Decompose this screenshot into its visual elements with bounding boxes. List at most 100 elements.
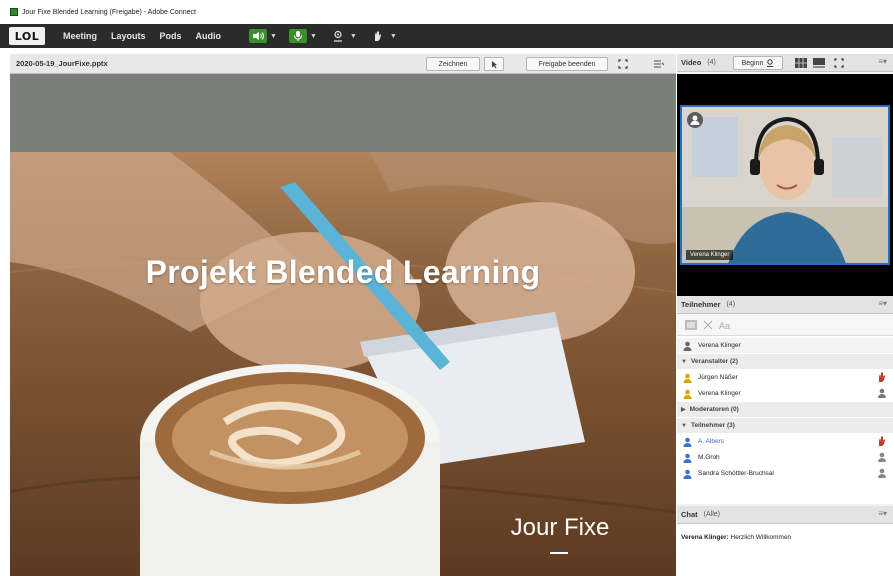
speaker-icon	[249, 29, 268, 43]
attendee-row[interactable]: Jürgen Näßer	[677, 370, 893, 385]
speaking-icon	[878, 388, 886, 398]
chevron-down-icon: ▼	[681, 358, 687, 365]
speaker-button[interactable]: ▼	[249, 29, 277, 43]
host-icon	[683, 373, 692, 383]
chevron-down-icon[interactable]: ▼	[390, 33, 397, 40]
menu-layouts[interactable]: Layouts	[111, 31, 146, 41]
user-status-icon	[878, 468, 886, 478]
user-status-icon	[878, 452, 886, 462]
attendee-name: M.Groh	[698, 454, 720, 461]
attendees-pod-title: Teilnehmer	[681, 300, 721, 309]
app-icon	[10, 8, 18, 16]
adobe-connect-window: Jour Fixe Blended Learning (Freigabe) - …	[0, 0, 893, 576]
draw-button[interactable]: Zeichnen	[426, 57, 480, 71]
video-pod-header: Video (4) Beginn ≡▾	[677, 54, 893, 72]
chat-message-text: Herzlich Willkommen	[730, 534, 792, 541]
fullscreen-button[interactable]	[614, 57, 632, 71]
attendee-row[interactable]: Sandra Schöttler-Bruchsal	[677, 466, 893, 481]
self-row[interactable]: Verena Klinger	[677, 338, 893, 353]
webcam-icon	[767, 59, 774, 67]
video-pod-menu-icon[interactable]: ≡▾	[878, 57, 887, 66]
chat-message: Verena Klinger: Herzlich Willkommen	[681, 534, 791, 541]
menu-icon	[654, 60, 664, 68]
section-participants[interactable]: ▼ Teilnehmer (3)	[677, 418, 893, 433]
attendee-row[interactable]: M.Groh	[677, 450, 893, 465]
pod-options-button[interactable]	[650, 57, 668, 71]
sync-button[interactable]	[484, 57, 504, 71]
chevron-down-icon[interactable]: ▼	[310, 33, 317, 40]
presentation-slide: Projekt Blended Learning Jour Fixe	[10, 74, 676, 576]
resize-icon[interactable]	[703, 320, 713, 330]
slide-dash	[550, 552, 568, 554]
shared-file-name: 2020-05-19_JourFixe.pptx	[16, 59, 108, 68]
camera-owner-icon	[687, 112, 703, 128]
section-presenters[interactable]: ▶ Moderatoren (0)	[677, 402, 893, 417]
slide-title: Projekt Blended Learning	[145, 254, 541, 290]
coffee-photo	[10, 152, 676, 576]
chat-pod-scope: (Alle)	[703, 511, 721, 518]
participant-icon	[683, 469, 692, 479]
pointer-icon	[491, 60, 497, 68]
chat-pod: Chat (Alle) ≡▾ Verena Klinger: Herzlich …	[677, 506, 893, 576]
start-video-label: Beginn	[741, 59, 764, 67]
slide-subtitle: Jour Fixe	[510, 514, 610, 541]
raise-hand-icon	[368, 29, 387, 43]
chat-message-author: Verena Klinger:	[681, 534, 729, 541]
chat-pod-menu-icon[interactable]: ≡▾	[878, 509, 887, 518]
grid-view-icon[interactable]	[795, 58, 807, 68]
chat-pod-title: Chat	[681, 510, 698, 519]
attendees-pod-header: Teilnehmer (4) ≡▾	[677, 296, 893, 314]
video-pod-count: (4)	[707, 59, 716, 66]
chevron-down-icon[interactable]: ▼	[350, 33, 357, 40]
menu-bar: LOL Meeting Layouts Pods Audio ▼ ▼ ▼ ▼	[0, 24, 893, 48]
menu-meeting[interactable]: Meeting	[63, 31, 97, 41]
attendee-row[interactable]: A. Albers	[677, 434, 893, 449]
title-bar: Jour Fixe Blended Learning (Freigabe) - …	[0, 0, 893, 24]
webcam-button[interactable]: ▼	[328, 29, 357, 43]
share-pod-header: 2020-05-19_JourFixe.pptx Zeichnen Freiga…	[10, 54, 676, 74]
right-column: Video (4) Beginn ≡▾ Verena Klinger Teiln…	[677, 54, 893, 576]
video-tile-name: Verena Klinger	[686, 250, 734, 260]
section-presenters-label: Moderatoren (0)	[689, 406, 739, 413]
section-hosts[interactable]: ▼ Veranstalter (2)	[677, 354, 893, 369]
video-tile[interactable]: Verena Klinger	[680, 105, 890, 265]
section-participants-label: Teilnehmer (3)	[690, 422, 735, 429]
slide-header-band	[10, 74, 676, 152]
participant-icon	[683, 437, 692, 447]
attendees-pod: Teilnehmer (4) ≡▾ Aa Verena Klinger ▼ Ve…	[677, 296, 893, 504]
attendee-name: Sandra Schöttler-Bruchsal	[698, 470, 774, 477]
user-icon	[683, 341, 692, 351]
video-pod-title: Video	[681, 58, 702, 67]
menu-pods[interactable]: Pods	[160, 31, 182, 41]
chevron-right-icon: ▶	[681, 407, 686, 413]
video-area: Verena Klinger	[677, 74, 893, 296]
self-name: Verena Klinger	[698, 342, 741, 349]
menu-audio[interactable]: Audio	[196, 31, 222, 41]
attendee-row[interactable]: Verena Klinger	[677, 386, 893, 401]
filmstrip-view-icon[interactable]	[813, 58, 825, 68]
start-video-button[interactable]: Beginn	[733, 56, 783, 70]
participant-icon	[683, 453, 692, 463]
status-button[interactable]: ▼	[368, 29, 397, 43]
chat-pod-header: Chat (Alle) ≡▾	[677, 506, 893, 524]
attendee-name: A. Albers	[698, 438, 725, 445]
raise-hand-icon	[879, 372, 885, 382]
attendees-pod-count: (4)	[726, 301, 736, 308]
chevron-down-icon: ▼	[681, 422, 687, 429]
microphone-icon	[288, 29, 307, 43]
window-title: Jour Fixe Blended Learning (Freigabe) - …	[22, 8, 196, 16]
attendee-name: Verena Klinger	[698, 390, 741, 397]
text-size-icon[interactable]: Aa	[719, 320, 731, 330]
svg-text:Aa: Aa	[719, 321, 730, 330]
chevron-down-icon[interactable]: ▼	[270, 33, 277, 40]
logo: LOL	[9, 27, 45, 45]
raise-hand-icon	[879, 436, 885, 446]
fullscreen-icon[interactable]	[834, 58, 844, 68]
share-pod: 2020-05-19_JourFixe.pptx Zeichnen Freiga…	[10, 54, 676, 576]
list-view-icon[interactable]	[685, 319, 697, 330]
webcam-icon	[328, 29, 347, 43]
attendees-pod-menu-icon[interactable]: ≡▾	[878, 299, 887, 308]
stop-share-button[interactable]: Freigabe beenden	[526, 57, 608, 71]
microphone-button[interactable]: ▼	[288, 29, 317, 43]
host-icon	[683, 389, 692, 399]
